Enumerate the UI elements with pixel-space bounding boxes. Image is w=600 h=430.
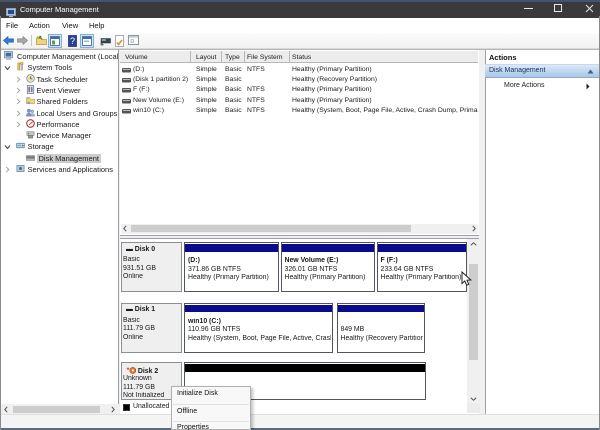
svg-text:?: ? (70, 36, 75, 46)
